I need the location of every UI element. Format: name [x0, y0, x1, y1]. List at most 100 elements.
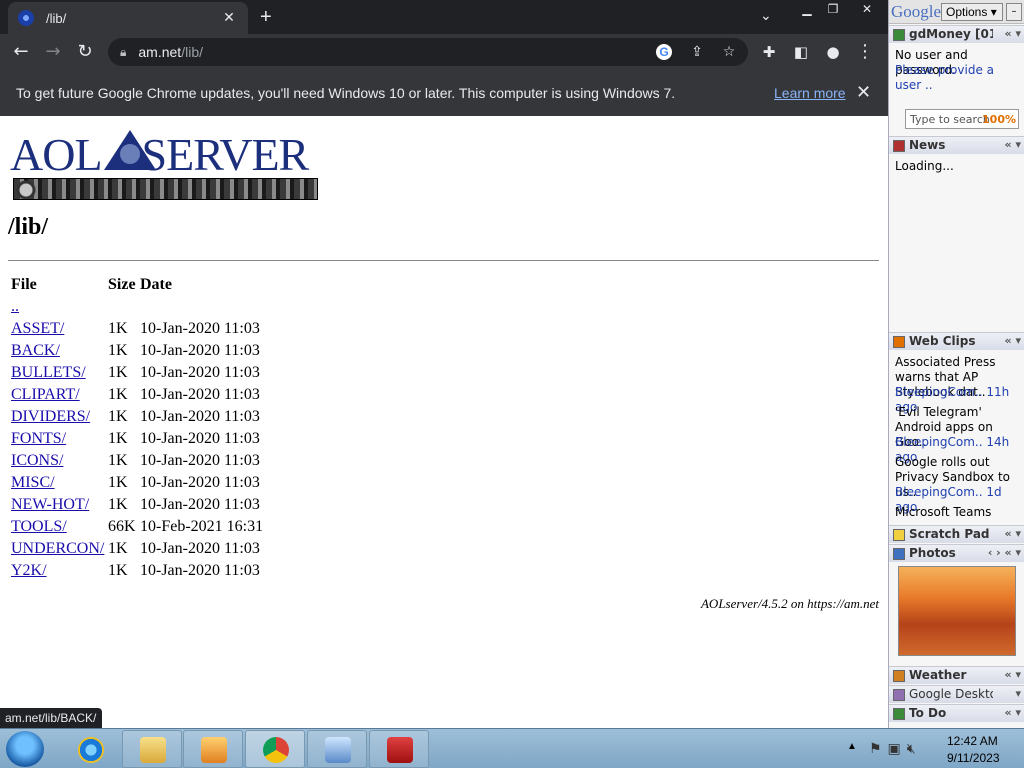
panel-controls-icon[interactable]: « ▾ [1005, 527, 1021, 540]
profile-avatar-icon[interactable]: ● [820, 39, 846, 65]
forward-arrow-icon[interactable]: → [40, 39, 66, 65]
logo-triangle-icon [104, 130, 156, 170]
panel-controls-icon[interactable]: « ▾ [1005, 27, 1021, 40]
system-tray: ▲ ⚑▣🔇︎ 12:42 AM 9/11/2023 [843, 729, 1024, 769]
taskbar-media[interactable] [183, 730, 243, 768]
search-placeholder: Type to search [910, 113, 990, 126]
back-arrow-icon[interactable]: ← [8, 39, 34, 65]
panel-title: Photos [909, 546, 956, 560]
dir-link-back[interactable]: BACK/ [11, 342, 60, 360]
dir-link-y2k[interactable]: Y2K/ [11, 562, 47, 580]
taskbar-ie[interactable] [60, 730, 120, 768]
gdmoney-line2[interactable]: Please provide a user .. [895, 63, 1021, 93]
row-date: 10-Jan-2020 11:03 [140, 540, 260, 557]
panel-news-header[interactable]: News « ▾ [889, 136, 1024, 154]
row-date: 10-Feb-2021 16:31 [140, 518, 264, 535]
google-desktop-sidebar: Google Options ▾ – gdMoney [01.. « ▾ No … [888, 0, 1024, 728]
panel-webclips-header[interactable]: Web Clips « ▾ [889, 332, 1024, 350]
panel-controls-icon[interactable]: « ▾ [1005, 706, 1021, 719]
options-dropdown[interactable]: Options ▾ [941, 3, 1003, 21]
menu-kebab-icon[interactable]: ⋮ [852, 39, 878, 65]
dir-link-bullets[interactable]: BULLETS/ [11, 364, 86, 382]
row-size: 1K [108, 364, 128, 381]
address-url: am.net/lib/ [138, 44, 203, 60]
site-favicon-icon [18, 10, 34, 26]
window-close-icon[interactable]: ✕ [846, 0, 888, 18]
clock-time[interactable]: 12:42 AM [947, 734, 998, 748]
panel-todo-header[interactable]: To Do « ▾ [889, 704, 1024, 722]
tab-lib[interactable]: /lib/ ✕ [8, 2, 248, 34]
tab-search-chevron-icon[interactable]: ⌄ [760, 8, 772, 24]
dir-link-fonts[interactable]: FONTS/ [11, 430, 66, 448]
extensions-puzzle-icon[interactable]: ✚ [756, 39, 782, 65]
taskbar-explorer[interactable] [122, 730, 182, 768]
webclip-headline[interactable]: Microsoft Teams [895, 505, 1021, 520]
panel-controls-icon[interactable]: ▾ [1015, 687, 1021, 700]
row-size: 1K [108, 452, 128, 469]
panel-controls-icon[interactable]: « ▾ [1005, 138, 1021, 151]
start-button-icon[interactable] [6, 731, 44, 767]
panel-weather-header[interactable]: Weather « ▾ [889, 666, 1024, 684]
dir-link-icons[interactable]: ICONS/ [11, 452, 63, 470]
google-logo: Google [891, 2, 942, 21]
webclips-icon [893, 336, 905, 348]
learn-more-link[interactable]: Learn more [774, 85, 846, 101]
sidebar-minimize-icon[interactable]: – [1006, 3, 1022, 21]
taskbar-control-panel[interactable] [307, 730, 367, 768]
scratchpad-icon [893, 529, 905, 541]
minimize-icon[interactable]: ▁ [794, 0, 820, 18]
infobar-close-icon[interactable]: ✕ [856, 82, 871, 103]
panel-photos-header[interactable]: Photos ‹ › « ▾ [889, 544, 1024, 562]
row-date: 10-Jan-2020 11:03 [140, 364, 260, 381]
chrome-window: /lib/ ✕ + ⌄ ▁ ❐ ✕ ← → ↻ 🔒︎ am.net/lib/ G… [0, 0, 888, 728]
divider [8, 260, 879, 261]
row-size: 1K [108, 386, 128, 403]
panel-title: gdMoney [01.. [909, 27, 993, 41]
taskbar-acrobat[interactable] [369, 730, 429, 768]
reload-icon[interactable]: ↻ [72, 39, 98, 65]
logo-gears-icon [13, 178, 318, 200]
tray-status-icons[interactable]: ⚑▣🔇︎ [869, 740, 922, 757]
server-footer: AOLserver/4.5.2 on https://am.net [700, 596, 879, 611]
dir-link-new-hot[interactable]: NEW-HOT/ [11, 496, 89, 514]
address-bar[interactable]: 🔒︎ am.net/lib/ G ⇪ ☆ [108, 38, 748, 66]
side-panel-icon[interactable]: ◧ [788, 39, 814, 65]
google-desktop-icon [893, 689, 905, 701]
dir-link-undercon[interactable]: UNDERCON/ [11, 540, 104, 558]
panel-controls-icon[interactable]: « ▾ [1005, 334, 1021, 347]
window-controls: ▁ ❐ ✕ [794, 0, 888, 20]
weather-icon [893, 670, 905, 682]
bookmark-star-icon[interactable]: ☆ [718, 43, 740, 61]
dir-link-misc[interactable]: MISC/ [11, 474, 55, 492]
google-lens-icon[interactable]: G [656, 44, 672, 60]
panel-title: Web Clips [909, 334, 976, 348]
panel-gdesktop-header[interactable]: Google Desktop ▾ [889, 685, 1024, 703]
dir-link-tools[interactable]: TOOLS/ [11, 518, 67, 536]
show-hidden-icons-icon[interactable]: ▲ [847, 741, 857, 752]
lock-icon[interactable]: 🔒︎ [120, 45, 126, 60]
zoom-level[interactable]: 100% [982, 113, 1016, 126]
photo-nav-controls-icon[interactable]: ‹ › « ▾ [988, 546, 1021, 559]
page-content: AOL SERVER /lib/ File Size Date .. ASSET/… [0, 116, 888, 728]
taskbar-chrome[interactable] [245, 730, 305, 768]
clock-date[interactable]: 9/11/2023 [947, 751, 1000, 765]
dir-link-dividers[interactable]: DIVIDERS/ [11, 408, 90, 426]
desert-photo[interactable] [898, 566, 1016, 656]
new-tab-button[interactable]: + [260, 6, 272, 29]
panel-scratchpad-header[interactable]: Scratch Pad « ▾ [889, 525, 1024, 543]
dir-link-asset[interactable]: ASSET/ [11, 320, 64, 338]
share-icon[interactable]: ⇪ [686, 43, 708, 61]
dir-link-clipart[interactable]: CLIPART/ [11, 386, 80, 404]
infobar-message: To get future Google Chrome updates, you… [16, 85, 676, 101]
internet-explorer-icon [78, 737, 104, 763]
row-size: 1K [108, 474, 128, 491]
page-title: /lib/ [8, 214, 49, 240]
row-size: 1K [108, 320, 128, 337]
row-date: 10-Jan-2020 11:03 [140, 320, 260, 337]
panel-controls-icon[interactable]: « ▾ [1005, 668, 1021, 681]
restore-icon[interactable]: ❐ [820, 0, 846, 18]
sidebar-search-input[interactable]: Type to search 100% [905, 109, 1019, 129]
tab-close-icon[interactable]: ✕ [220, 10, 238, 26]
panel-gdmoney-header[interactable]: gdMoney [01.. « ▾ [889, 25, 1024, 43]
parent-directory-link[interactable]: .. [11, 298, 19, 316]
